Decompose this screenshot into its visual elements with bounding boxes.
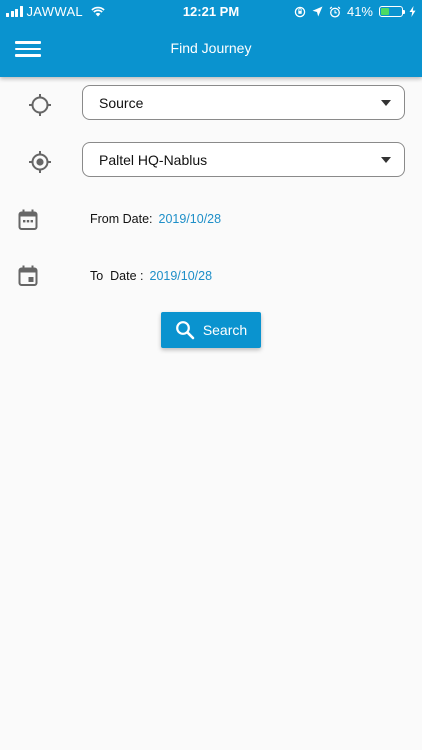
calendar-icon[interactable]	[6, 202, 50, 238]
battery-level	[381, 8, 390, 15]
from-date-label: From Date:	[90, 212, 153, 226]
app-bar: Find Journey	[0, 22, 422, 77]
from-date-row[interactable]: From Date: 2019/10/28	[90, 212, 221, 226]
gps-fixed-icon	[18, 144, 62, 180]
source-dropdown-value: Source	[99, 94, 144, 111]
charging-bolt-icon	[409, 6, 416, 17]
to-date-label: To Date :	[90, 269, 144, 283]
status-right: 41%	[294, 4, 416, 19]
page-title: Find Journey	[170, 40, 252, 56]
chevron-down-icon	[381, 157, 391, 163]
search-button-label: Search	[202, 322, 248, 338]
calendar-event-icon[interactable]	[6, 258, 50, 294]
battery-icon	[379, 6, 405, 17]
orientation-lock-icon	[294, 6, 306, 17]
status-bar: JAWWAL 12:21 PM 41%	[0, 0, 422, 22]
from-date-value[interactable]: 2019/10/28	[159, 212, 222, 226]
alarm-icon	[329, 6, 341, 18]
search-button[interactable]: Search	[161, 312, 261, 348]
search-icon	[175, 321, 195, 340]
to-date-value[interactable]: 2019/10/28	[150, 269, 213, 283]
chevron-down-icon	[381, 100, 391, 106]
destination-dropdown-value: Paltel HQ-Nablus	[99, 151, 208, 168]
top-bar: JAWWAL 12:21 PM 41% Find Journey	[0, 0, 422, 77]
to-date-row[interactable]: To Date : 2019/10/28	[90, 269, 212, 283]
crosshair-icon	[18, 87, 62, 123]
source-dropdown[interactable]: Source	[82, 85, 405, 120]
battery-percent: 41%	[346, 4, 373, 19]
location-arrow-icon	[312, 6, 323, 17]
destination-dropdown[interactable]: Paltel HQ-Nablus	[82, 142, 405, 177]
